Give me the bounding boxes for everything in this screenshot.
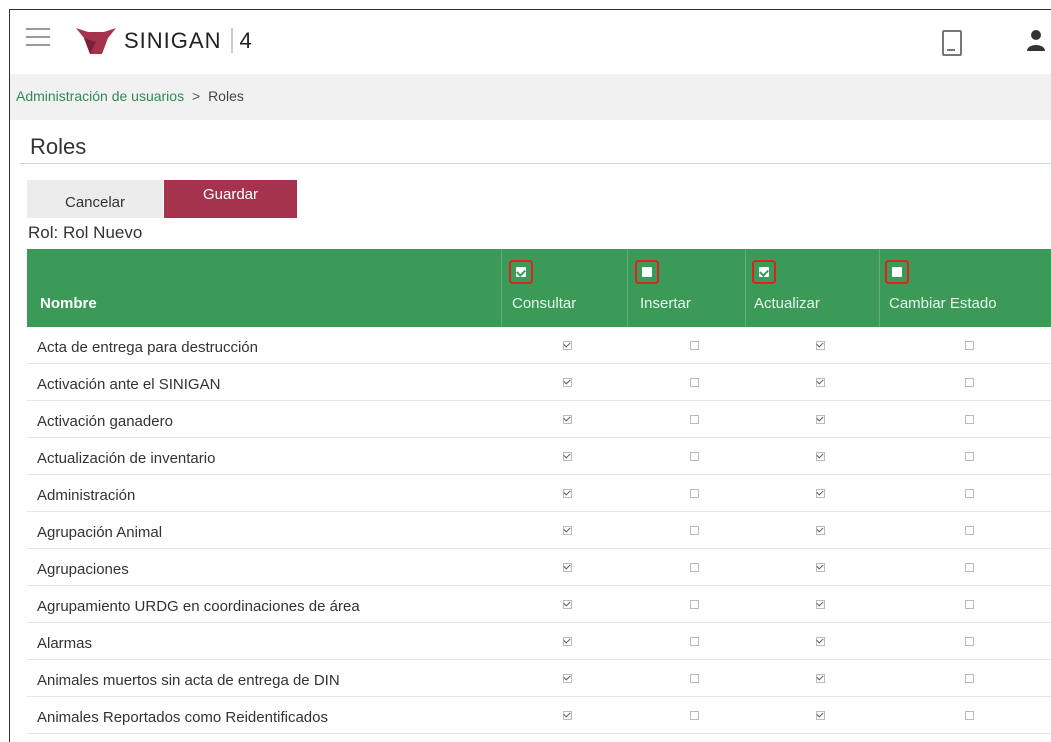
table-row: Alarmas xyxy=(27,623,1051,660)
logo-text: SINIGAN 4 xyxy=(124,28,253,53)
permission-checkbox-cambiar-estado[interactable] xyxy=(965,452,974,461)
row-name: Agrupación Animal xyxy=(37,524,163,541)
save-button[interactable]: Guardar xyxy=(164,180,297,218)
permission-checkbox-insertar[interactable] xyxy=(690,600,699,609)
permission-checkbox-insertar[interactable] xyxy=(690,452,699,461)
breadcrumb-current: Roles xyxy=(208,88,244,104)
title-divider xyxy=(20,163,1051,164)
cancel-button[interactable]: Cancelar xyxy=(27,180,163,218)
column-label-consultar: Consultar xyxy=(512,295,577,312)
permission-checkbox-cambiar-estado[interactable] xyxy=(965,526,974,535)
permission-checkbox-insertar[interactable] xyxy=(690,637,699,646)
column-header-nombre[interactable]: Nombre xyxy=(40,295,97,312)
permission-checkbox-cambiar-estado[interactable] xyxy=(965,711,974,720)
column-label-cambiar-estado: Cambiar Estado xyxy=(889,295,997,312)
manual-book-icon[interactable] xyxy=(942,30,962,56)
table-row: Activación ganadero xyxy=(27,401,1051,438)
row-name: Administración xyxy=(37,487,136,504)
breadcrumb-link-admin-usuarios[interactable]: Administración de usuarios xyxy=(16,88,184,104)
logo-bull-icon xyxy=(76,28,116,54)
permission-checkbox-consultar[interactable] xyxy=(563,378,572,387)
column-header-cambiar-estado: Cambiar Estado xyxy=(880,249,1051,327)
row-name: Activación ganadero xyxy=(37,413,173,430)
role-name-label: Rol: Rol Nuevo xyxy=(28,223,143,242)
table-row: Activación ante el SINIGAN xyxy=(27,364,1051,401)
permission-checkbox-consultar[interactable] xyxy=(563,415,572,424)
breadcrumb-bar: Administración de usuarios > Roles xyxy=(10,74,1051,120)
permission-checkbox-actualizar[interactable] xyxy=(816,637,825,646)
permission-checkbox-cambiar-estado[interactable] xyxy=(965,378,974,387)
permission-checkbox-insertar[interactable] xyxy=(690,563,699,572)
permission-checkbox-cambiar-estado[interactable] xyxy=(965,415,974,424)
app-logo[interactable]: SINIGAN 4 xyxy=(74,24,253,58)
permission-checkbox-actualizar[interactable] xyxy=(816,600,825,609)
permission-checkbox-cambiar-estado[interactable] xyxy=(965,637,974,646)
row-name: Animales Reportados como Reidentificados xyxy=(37,709,328,726)
table-row: Agrupaciones xyxy=(27,549,1051,586)
breadcrumb-separator: > xyxy=(191,88,201,104)
top-header: SINIGAN 4 xyxy=(10,10,1051,75)
permission-checkbox-cambiar-estado[interactable] xyxy=(965,674,974,683)
permission-checkbox-actualizar[interactable] xyxy=(816,489,825,498)
table-row: Agrupación Animal xyxy=(27,512,1051,549)
select-all-consultar-checkbox[interactable] xyxy=(509,260,533,284)
column-header-consultar: Consultar xyxy=(502,249,627,327)
table-row: Acta de entrega para destrucción xyxy=(27,327,1051,364)
row-name: Actualización de inventario xyxy=(37,450,216,467)
permissions-table-body: Acta de entrega para destrucción Activaci… xyxy=(27,327,1051,734)
column-label-insertar: Insertar xyxy=(640,295,691,312)
column-header-actualizar: Actualizar xyxy=(746,249,879,327)
permission-checkbox-insertar[interactable] xyxy=(690,674,699,683)
row-name: Acta de entrega para destrucción xyxy=(37,339,258,356)
permission-checkbox-actualizar[interactable] xyxy=(816,452,825,461)
permission-checkbox-insertar[interactable] xyxy=(690,341,699,350)
hamburger-menu-icon[interactable] xyxy=(26,28,50,46)
column-label-actualizar: Actualizar xyxy=(754,295,820,312)
permission-checkbox-insertar[interactable] xyxy=(690,415,699,424)
permission-checkbox-actualizar[interactable] xyxy=(816,378,825,387)
permission-checkbox-actualizar[interactable] xyxy=(816,563,825,572)
permission-checkbox-consultar[interactable] xyxy=(563,526,572,535)
table-row: Actualización de inventario xyxy=(27,438,1051,475)
permission-checkbox-insertar[interactable] xyxy=(690,526,699,535)
permission-checkbox-cambiar-estado[interactable] xyxy=(965,600,974,609)
permission-checkbox-consultar[interactable] xyxy=(563,341,572,350)
permission-checkbox-insertar[interactable] xyxy=(690,711,699,720)
row-name: Alarmas xyxy=(37,635,93,652)
permission-checkbox-cambiar-estado[interactable] xyxy=(965,341,974,350)
user-account-icon[interactable] xyxy=(1026,28,1046,52)
row-name: Agrupaciones xyxy=(37,561,129,578)
permission-checkbox-consultar[interactable] xyxy=(563,452,572,461)
row-name: Agrupamiento URDG en coordinaciones de á… xyxy=(37,598,360,615)
permission-checkbox-insertar[interactable] xyxy=(690,489,699,498)
breadcrumb: Administración de usuarios > Roles xyxy=(16,88,244,104)
table-row: Administración xyxy=(27,475,1051,512)
permission-checkbox-cambiar-estado[interactable] xyxy=(965,489,974,498)
permission-checkbox-cambiar-estado[interactable] xyxy=(965,563,974,572)
permission-checkbox-consultar[interactable] xyxy=(563,674,572,683)
app-frame: SINIGAN 4 Administración de usuarios > Ro… xyxy=(9,9,1051,742)
row-name: Animales muertos sin acta de entrega de … xyxy=(37,672,340,689)
permissions-table-header: Nombre Consultar Insertar Actualizar Cam… xyxy=(27,249,1051,327)
permission-checkbox-consultar[interactable] xyxy=(563,563,572,572)
permission-checkbox-actualizar[interactable] xyxy=(816,526,825,535)
select-all-insertar-checkbox[interactable] xyxy=(635,260,659,284)
select-all-cambiar-estado-checkbox[interactable] xyxy=(885,260,909,284)
row-name: Activación ante el SINIGAN xyxy=(37,376,221,393)
permission-checkbox-actualizar[interactable] xyxy=(816,674,825,683)
permission-checkbox-actualizar[interactable] xyxy=(816,341,825,350)
page-title: Roles xyxy=(30,134,87,159)
permission-checkbox-insertar[interactable] xyxy=(690,378,699,387)
table-row: Animales muertos sin acta de entrega de … xyxy=(27,660,1051,697)
permission-checkbox-consultar[interactable] xyxy=(563,600,572,609)
permission-checkbox-actualizar[interactable] xyxy=(816,711,825,720)
table-row: Agrupamiento URDG en coordinaciones de á… xyxy=(27,586,1051,623)
permission-checkbox-actualizar[interactable] xyxy=(816,415,825,424)
select-all-actualizar-checkbox[interactable] xyxy=(752,260,776,284)
permission-checkbox-consultar[interactable] xyxy=(563,637,572,646)
table-row: Animales Reportados como Reidentificados xyxy=(27,697,1051,734)
column-header-insertar: Insertar xyxy=(628,249,745,327)
permission-checkbox-consultar[interactable] xyxy=(563,489,572,498)
permission-checkbox-consultar[interactable] xyxy=(563,711,572,720)
